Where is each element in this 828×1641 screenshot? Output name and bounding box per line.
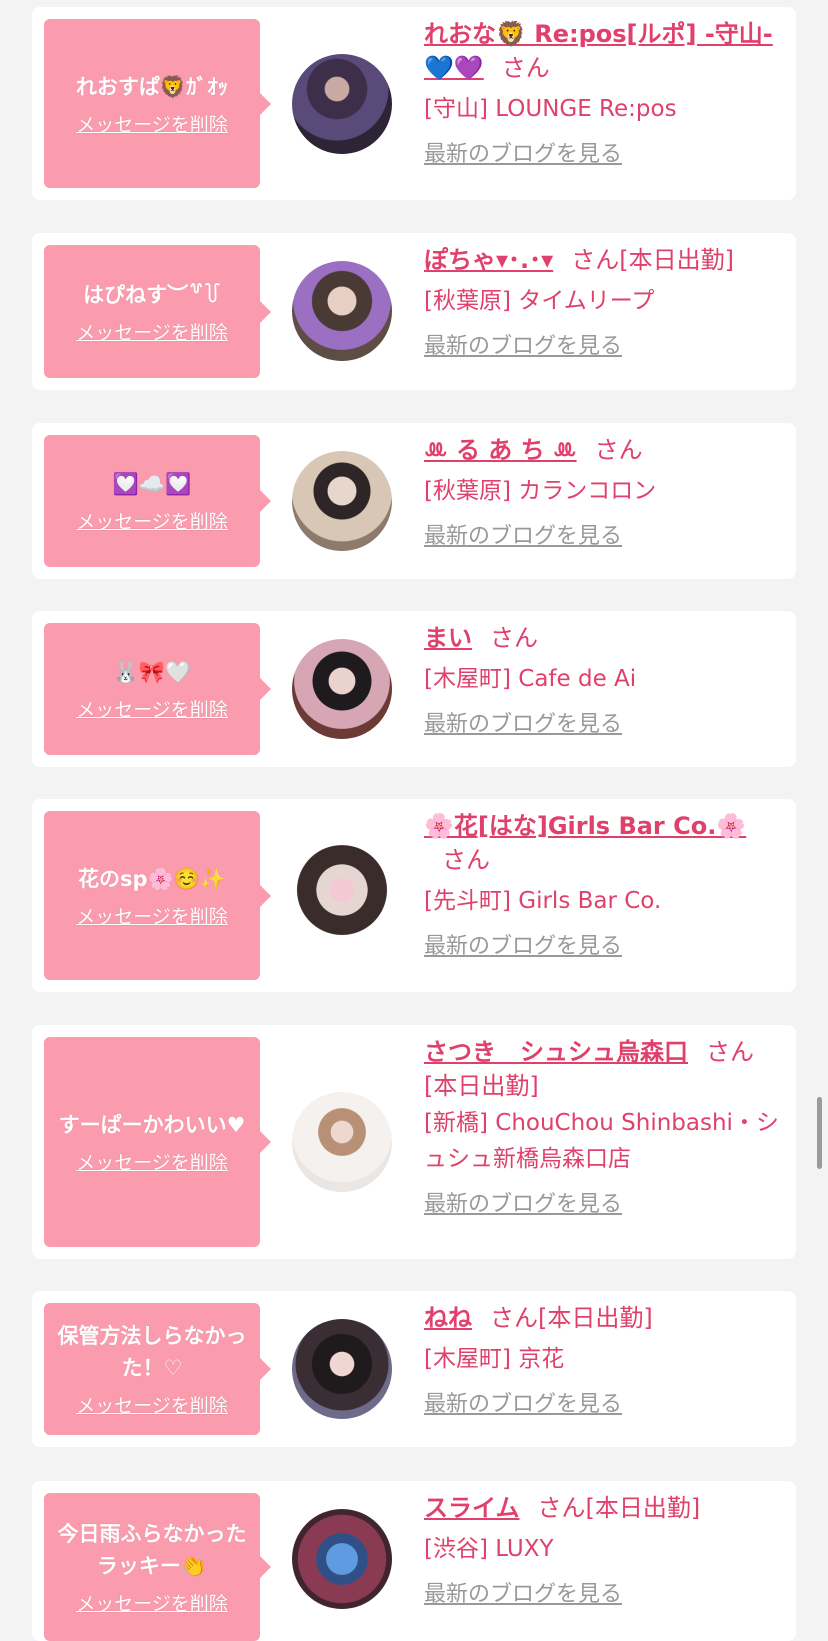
message-text: れおすぱ🦁ｶﾞｵｯ xyxy=(75,74,229,99)
san-label: さん xyxy=(490,624,538,652)
delete-message-link[interactable]: メッセージを削除 xyxy=(76,1394,228,1418)
cast-name-link[interactable]: 🌸花[はな]Girls Bar Co.🌸 xyxy=(424,812,746,840)
message-text: 今日雨ふらなかったラッキー👏 xyxy=(57,1522,247,1578)
san-label: さん xyxy=(490,1304,538,1332)
avatar[interactable] xyxy=(292,54,392,154)
list-item: 今日雨ふらなかったラッキー👏 メッセージを削除 スライム さん[本日出勤] [渋谷… xyxy=(32,1481,796,1641)
san-label: さん xyxy=(706,1038,754,1066)
san-label: さん xyxy=(594,436,643,464)
avatar[interactable] xyxy=(292,451,392,551)
avatar[interactable] xyxy=(292,261,392,361)
list-item: 🐰🎀🤍 メッセージを削除 まい さん [木屋町] Cafe de Ai 最新のブロ… xyxy=(32,611,796,767)
message-bubble: はぴねす︶꒷꒦ メッセージを削除 xyxy=(44,245,271,378)
san-label: さん xyxy=(571,246,620,274)
delete-message-link[interactable]: メッセージを削除 xyxy=(76,905,228,929)
latest-blog-link[interactable]: 最新のブログを見る xyxy=(424,1581,788,1609)
avatar[interactable] xyxy=(292,1092,392,1192)
avatar[interactable] xyxy=(292,845,392,945)
delete-message-link[interactable]: メッセージを削除 xyxy=(76,113,228,137)
message-text: 🐰🎀🤍 xyxy=(112,660,192,684)
cast-name-link[interactable]: れおな🦁 Re:pos[ルポ] -守山- 💙💜 xyxy=(424,20,773,82)
message-text: 花のsp🌸☺️✨ xyxy=(78,866,226,891)
shop-name: [新橋] ChouChou Shinbashi・シュシュ新橋烏森口店 xyxy=(424,1110,779,1172)
message-bubble: れおすぱ🦁ｶﾞｵｯ メッセージを削除 xyxy=(44,19,271,188)
latest-blog-link[interactable]: 最新のブログを見る xyxy=(424,333,788,361)
list-item: 💟☁️💟 メッセージを削除 ꔛ る あ ち ꔛ さん [秋葉原] カランコロン 最… xyxy=(32,423,796,579)
delete-message-link[interactable]: メッセージを削除 xyxy=(76,321,228,345)
scrollbar[interactable] xyxy=(817,1097,822,1169)
avatar[interactable] xyxy=(292,639,392,739)
list-item: はぴねす︶꒷꒦ メッセージを削除 ぽちゃ▾･.･▾ さん[本日出勤] [秋葉原] … xyxy=(32,233,796,390)
list-item: 保管方法しらなかった！♡ メッセージを削除 ねね さん[本日出勤] [木屋町] 京… xyxy=(32,1291,796,1447)
status-badge: [本日出勤] xyxy=(424,1072,539,1100)
latest-blog-link[interactable]: 最新のブログを見る xyxy=(424,141,788,169)
latest-blog-link[interactable]: 最新のブログを見る xyxy=(424,523,788,551)
latest-blog-link[interactable]: 最新のブログを見る xyxy=(424,933,788,961)
list-item: 花のsp🌸☺️✨ メッセージを削除 🌸花[はな]Girls Bar Co.🌸 さん… xyxy=(32,799,796,992)
status-badge: [本日出勤] xyxy=(538,1304,653,1332)
shop-name: [先斗町] Girls Bar Co. xyxy=(424,888,662,914)
message-bubble: 💟☁️💟 メッセージを削除 xyxy=(44,435,271,567)
message-text: すーぱーかわいい♥ xyxy=(58,1113,246,1137)
message-text: 保管方法しらなかった！♡ xyxy=(57,1324,247,1380)
latest-blog-link[interactable]: 最新のブログを見る xyxy=(424,711,788,739)
avatar[interactable] xyxy=(292,1319,392,1419)
delete-message-link[interactable]: メッセージを削除 xyxy=(76,1151,228,1175)
san-label: さん xyxy=(537,1494,586,1522)
status-badge: [本日出勤] xyxy=(619,246,734,274)
shop-name: [木屋町] 京花 xyxy=(424,1346,565,1372)
cast-name-link[interactable]: スライム xyxy=(424,1494,520,1522)
shop-name: [秋葉原] タイムリープ xyxy=(424,288,655,314)
shop-name: [秋葉原] カランコロン xyxy=(424,478,657,504)
message-bubble: 保管方法しらなかった！♡ メッセージを削除 xyxy=(44,1303,271,1435)
delete-message-link[interactable]: メッセージを削除 xyxy=(76,510,228,534)
latest-blog-link[interactable]: 最新のブログを見る xyxy=(424,1191,788,1219)
message-text: 💟☁️💟 xyxy=(112,472,192,496)
delete-message-link[interactable]: メッセージを削除 xyxy=(76,1592,228,1616)
delete-message-link[interactable]: メッセージを削除 xyxy=(76,698,228,722)
san-label: さん xyxy=(442,846,490,874)
san-label: さん xyxy=(501,54,550,82)
latest-blog-link[interactable]: 最新のブログを見る xyxy=(424,1391,788,1419)
shop-name: [木屋町] Cafe de Ai xyxy=(424,666,637,692)
message-bubble: 🐰🎀🤍 メッセージを削除 xyxy=(44,623,271,755)
avatar[interactable] xyxy=(292,1509,392,1609)
shop-name: [守山] LOUNGE Re:pos xyxy=(424,96,677,122)
message-bubble: 今日雨ふらなかったラッキー👏 メッセージを削除 xyxy=(44,1493,271,1641)
cast-name-link[interactable]: まい xyxy=(424,624,472,652)
cast-name-link[interactable]: ꔛ る あ ち ꔛ xyxy=(424,436,577,464)
shop-name: [渋谷] LUXY xyxy=(424,1536,554,1562)
status-badge: [本日出勤] xyxy=(585,1494,701,1522)
message-bubble: すーぱーかわいい♥ メッセージを削除 xyxy=(44,1037,271,1247)
cast-name-link[interactable]: ねね xyxy=(424,1304,472,1332)
list-item: すーぱーかわいい♥ メッセージを削除 さつき シュシュ烏森口 さん [本日出勤] … xyxy=(32,1025,796,1259)
message-bubble: 花のsp🌸☺️✨ メッセージを削除 xyxy=(44,811,271,980)
list-item: れおすぱ🦁ｶﾞｵｯ メッセージを削除 れおな🦁 Re:pos[ルポ] -守山- … xyxy=(32,7,796,200)
message-text: はぴねす︶꒷꒦ xyxy=(83,282,221,307)
cast-name-link[interactable]: ぽちゃ▾･.･▾ xyxy=(424,246,553,274)
cast-name-link[interactable]: さつき シュシュ烏森口 xyxy=(424,1038,688,1066)
